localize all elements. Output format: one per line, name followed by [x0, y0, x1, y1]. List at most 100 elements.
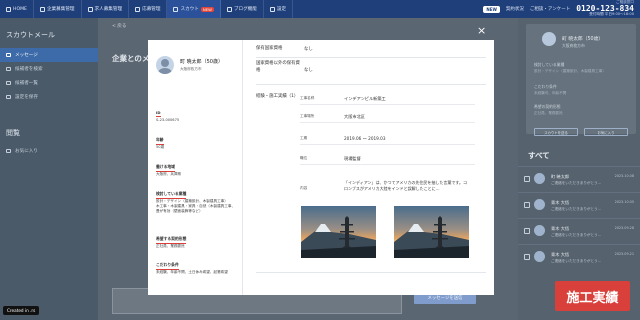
list-icon — [6, 81, 11, 85]
field-label-id: ID — [156, 110, 161, 117]
list-item[interactable]: 町 暁太郎 ご連絡をいただきありがとう… 2023.10.08 — [518, 166, 640, 192]
list-item-date: 2023.10.05 — [614, 200, 634, 204]
work-value: 現場監督 — [344, 155, 361, 161]
work-key: 工期 — [300, 136, 308, 140]
results-badge: 施工実績 — [555, 281, 630, 311]
qualification-value: なし — [304, 47, 313, 52]
list-item-message: ご連絡をいただきありがとう… — [551, 181, 602, 185]
list-item-message: ご連絡をいただきありがとう… — [551, 259, 602, 263]
sidebar-item-messages[interactable]: メッセージ — [0, 48, 98, 62]
send-scout-button[interactable]: スカウトを送る — [534, 128, 578, 136]
nav-company-recruit[interactable]: 企業募集管理 — [34, 0, 82, 18]
avatar — [534, 173, 545, 184]
list-item[interactable]: 青木 大悟 ご連絡をいただきありがとう… 2023.09.28 — [518, 218, 640, 244]
sidebar-item-favorites[interactable]: お気に入り — [0, 144, 98, 158]
new-pill: NEW — [483, 5, 500, 13]
close-icon[interactable]: × — [477, 25, 486, 36]
nav-settings[interactable]: 設定 — [264, 0, 294, 18]
nav-blog[interactable]: ブログ機能 — [221, 0, 264, 18]
field-label-industry: 検討している業種 — [156, 191, 187, 199]
avatar — [534, 225, 545, 236]
nav-label: 応募管理 — [142, 7, 161, 12]
document-icon — [135, 6, 141, 12]
chat-icon — [173, 6, 179, 12]
new-badge: NEW — [200, 6, 214, 12]
search-icon — [6, 67, 11, 71]
pagoda-mountain-image — [301, 216, 376, 258]
list-item-message: ご連絡をいただきありがとう… — [551, 207, 602, 211]
nav-home[interactable]: HOME — [0, 0, 34, 18]
sidebar-item-label: メッセージ — [15, 53, 38, 58]
nav-job-recruit[interactable]: 求人募集管理 — [82, 0, 130, 18]
work-row-location: 工事場所 大阪市北区 — [300, 110, 475, 123]
created-badge: Created in .rs — [3, 306, 40, 315]
sidebar-item-label: 候補者を検索 — [15, 67, 43, 72]
favorite-button[interactable]: お気に入り — [584, 128, 628, 136]
star-icon — [6, 149, 11, 153]
other-qualification-label: 国家資格以外の保有資格 — [256, 61, 300, 73]
back-link[interactable]: < 戻る — [112, 23, 127, 29]
topbar-right: NEW 契約状況 ご相談・アンケート ご相談窓口 0120-123-834 受付… — [483, 0, 640, 18]
sidebar-item-label: お気に入り — [15, 149, 38, 154]
list-item[interactable]: 青木 大悟 ご連絡をいただきありがとう… 2023.09.21 — [518, 244, 640, 270]
divider — [256, 84, 486, 85]
candidate-detail-modal: 町 暁太郎（50歳） 大阪府枚方市 ID S-23-000675 年齢 50歳 … — [148, 40, 494, 295]
candidate-name: 町 暁太郎（50歳） — [562, 37, 604, 42]
nav-applications[interactable]: 応募管理 — [129, 0, 168, 18]
work-key: 職位 — [300, 156, 308, 160]
contract-link[interactable]: 契約状況 — [506, 6, 524, 12]
work-row-period: 工期 2019.06 ～ 2019.03 — [300, 132, 475, 145]
field-value-id: S-23-000675 — [156, 118, 180, 122]
survey-link[interactable]: ご相談・アンケート — [530, 6, 570, 12]
work-key: 工事名称 — [300, 96, 315, 100]
list-item[interactable]: 青木 大悟 ご連絡をいただきありがとう… 2023.10.05 — [518, 192, 640, 218]
checkbox[interactable] — [524, 202, 530, 208]
qualification-label: 保有国家資格 — [256, 46, 283, 51]
experience-label: 経験・施工実績（1） — [256, 94, 299, 99]
work-value: 大阪市北区 — [344, 113, 365, 119]
sidebar-item-candidates[interactable]: 候補者一覧 — [0, 76, 98, 90]
list-item-date: 2023.09.21 — [614, 252, 634, 256]
field-value-contract: 正社員、業務委託 — [156, 244, 185, 248]
sidebar-item-saved[interactable]: 設定を保存 — [0, 90, 98, 104]
details-column: 保有国家資格 なし 国家資格以外の保有資格 なし 経験・施工実績（1） 工事名称… — [244, 40, 494, 295]
sidebar-item-label: 設定を保存 — [15, 95, 38, 100]
phone-hours: 受付時間 平日9:00〜18:00 — [589, 12, 634, 16]
nav-label: 求人募集管理 — [94, 7, 123, 12]
field-label-contract: 希望する契約形態 — [156, 236, 187, 244]
field-value-age: 50歳 — [156, 145, 165, 149]
save-icon — [6, 95, 11, 99]
divider — [256, 57, 486, 58]
work-key: 内容 — [300, 186, 308, 190]
list-item-name: 青木 大悟 — [551, 200, 570, 205]
checkbox[interactable] — [524, 176, 530, 182]
checkbox[interactable] — [524, 228, 530, 234]
right-panel: 町 暁太郎（50歳） 大阪府枚方市 検討している業種 設計・デザイン（建築設計、… — [518, 18, 640, 320]
work-description: 「インディアン」は、かつてアメリカの先住民を抽した言葉です。コロンブスがアメリカ… — [344, 180, 467, 191]
main-nav: HOME 企業募集管理 求人募集管理 応募管理 スカウト NEW ブログ機能 設定 — [0, 0, 294, 18]
work-photo-1[interactable] — [301, 206, 376, 258]
candidate-summary-card: 町 暁太郎（50歳） 大阪府枚方市 検討している業種 設計・デザイン（建築設計、… — [526, 24, 636, 136]
work-key: 工事場所 — [300, 114, 315, 118]
blog-icon — [226, 6, 232, 12]
summary-value: 未経験可、年齢不問 — [534, 91, 567, 95]
sidebar-item-search[interactable]: 候補者を検索 — [0, 62, 98, 76]
field-value-conditions: 未経験、年齢不問、土日休み希望、起業希望 — [156, 270, 228, 274]
checkbox[interactable] — [524, 254, 530, 260]
home-icon — [6, 6, 11, 12]
list-item-name: 町 暁太郎 — [551, 174, 570, 179]
left-sidebar: スカウトメール メッセージ 候補者を検索 候補者一覧 設定を保存 閲覧 お気に入… — [0, 18, 98, 320]
sidebar-section-title: 閲覧 — [6, 129, 20, 137]
pagoda-mountain-image — [394, 216, 469, 258]
gear-icon — [269, 6, 275, 12]
avatar — [534, 251, 545, 262]
summary-label: 検討している業種 — [534, 62, 565, 67]
avatar — [542, 32, 556, 46]
divider — [256, 272, 486, 273]
candidate-location: 大阪府枚方市 — [180, 67, 202, 71]
summary-label: こだわり条件 — [534, 84, 557, 89]
list-title: すべて — [528, 151, 550, 160]
work-photo-2[interactable] — [394, 206, 469, 258]
sidebar-item-label: 候補者一覧 — [15, 81, 38, 86]
nav-scout[interactable]: スカウト NEW — [167, 0, 221, 18]
